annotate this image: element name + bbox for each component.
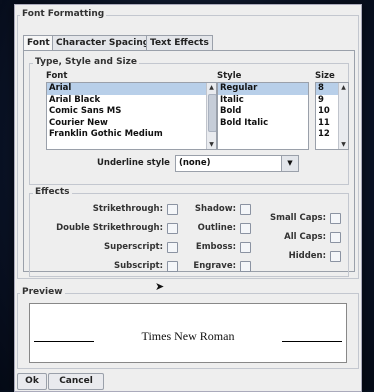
font-header: Font	[46, 71, 68, 81]
subscript-checkbox[interactable]	[167, 261, 178, 272]
font-list-item[interactable]: Comic Sans MS	[47, 106, 216, 118]
outline-checkbox[interactable]	[240, 223, 251, 234]
ok-button[interactable]: Ok	[17, 373, 47, 390]
strikethrough-label: Strikethrough:	[92, 204, 163, 214]
scroll-thumb[interactable]	[208, 94, 216, 132]
font-formatting-dialog: Font Formatting Font Character Spacing T…	[14, 4, 362, 392]
underline-style-label: Underline style	[97, 158, 170, 168]
dialog-title: Font Formatting	[20, 9, 107, 19]
cancel-button[interactable]: Cancel	[48, 373, 104, 390]
style-list-item[interactable]: Regular	[218, 83, 308, 95]
underline-style-select[interactable]: (none) ▼	[175, 155, 299, 172]
scroll-up-arrow-icon[interactable]: ▲	[339, 83, 348, 92]
emboss-checkbox[interactable]	[240, 242, 251, 253]
size-list[interactable]: 8 9 10 11 12 ▲ ▼	[315, 82, 349, 150]
underline-style-value: (none)	[179, 158, 211, 168]
scroll-down-arrow-icon[interactable]: ▼	[207, 140, 216, 149]
superscript-checkbox[interactable]	[167, 242, 178, 253]
style-list-item[interactable]: Bold Italic	[218, 118, 308, 130]
engrave-checkbox[interactable]	[240, 261, 251, 272]
style-list[interactable]: Regular Italic Bold Bold Italic	[217, 82, 309, 150]
type-style-size-title: Type, Style and Size	[33, 57, 139, 67]
scroll-down-arrow-icon[interactable]: ▼	[339, 140, 348, 149]
effects-title: Effects	[33, 187, 72, 197]
font-list[interactable]: Arial Arial Black Comic Sans MS Courier …	[46, 82, 217, 150]
all-caps-label: All Caps:	[284, 232, 326, 242]
double-strikethrough-label: Double Strikethrough:	[56, 223, 163, 233]
mouse-cursor-icon: ➤	[155, 280, 165, 293]
preview-box: Times New Roman	[29, 303, 347, 363]
engrave-label: Engrave:	[193, 261, 236, 271]
tab-character-spacing[interactable]: Character Spacing	[52, 35, 154, 50]
scroll-up-arrow-icon[interactable]: ▲	[207, 83, 216, 92]
font-list-item[interactable]: Arial	[47, 83, 216, 95]
font-list-item[interactable]: Franklin Gothic Medium	[47, 129, 216, 141]
preview-title: Preview	[20, 287, 65, 297]
small-caps-checkbox[interactable]	[330, 213, 341, 224]
all-caps-checkbox[interactable]	[330, 232, 341, 243]
hidden-checkbox[interactable]	[330, 251, 341, 262]
size-list-scrollbar[interactable]: ▲ ▼	[338, 83, 348, 149]
superscript-label: Superscript:	[104, 242, 163, 252]
outline-label: Outline:	[197, 223, 236, 233]
tab-font[interactable]: Font	[23, 35, 54, 51]
shadow-label: Shadow:	[194, 204, 236, 214]
font-list-item[interactable]: Courier New	[47, 118, 216, 130]
style-list-item[interactable]: Bold	[218, 106, 308, 118]
small-caps-label: Small Caps:	[269, 213, 326, 223]
font-list-scrollbar[interactable]: ▲ ▼	[206, 83, 216, 149]
size-list-item[interactable]: 8	[316, 83, 338, 95]
shadow-checkbox[interactable]	[240, 204, 251, 215]
font-list-item[interactable]: Arial Black	[47, 95, 216, 107]
size-header: Size	[315, 71, 335, 81]
tab-text-effects[interactable]: Text Effects	[146, 35, 213, 50]
hidden-label: Hidden:	[288, 251, 326, 261]
subscript-label: Subscript:	[113, 261, 163, 271]
style-list-item[interactable]: Italic	[218, 95, 308, 107]
chevron-down-icon[interactable]: ▼	[281, 156, 298, 171]
emboss-label: Emboss:	[195, 242, 236, 252]
style-header: Style	[217, 71, 242, 81]
double-strikethrough-checkbox[interactable]	[167, 223, 178, 234]
strikethrough-checkbox[interactable]	[167, 204, 178, 215]
preview-right-line	[282, 341, 342, 342]
